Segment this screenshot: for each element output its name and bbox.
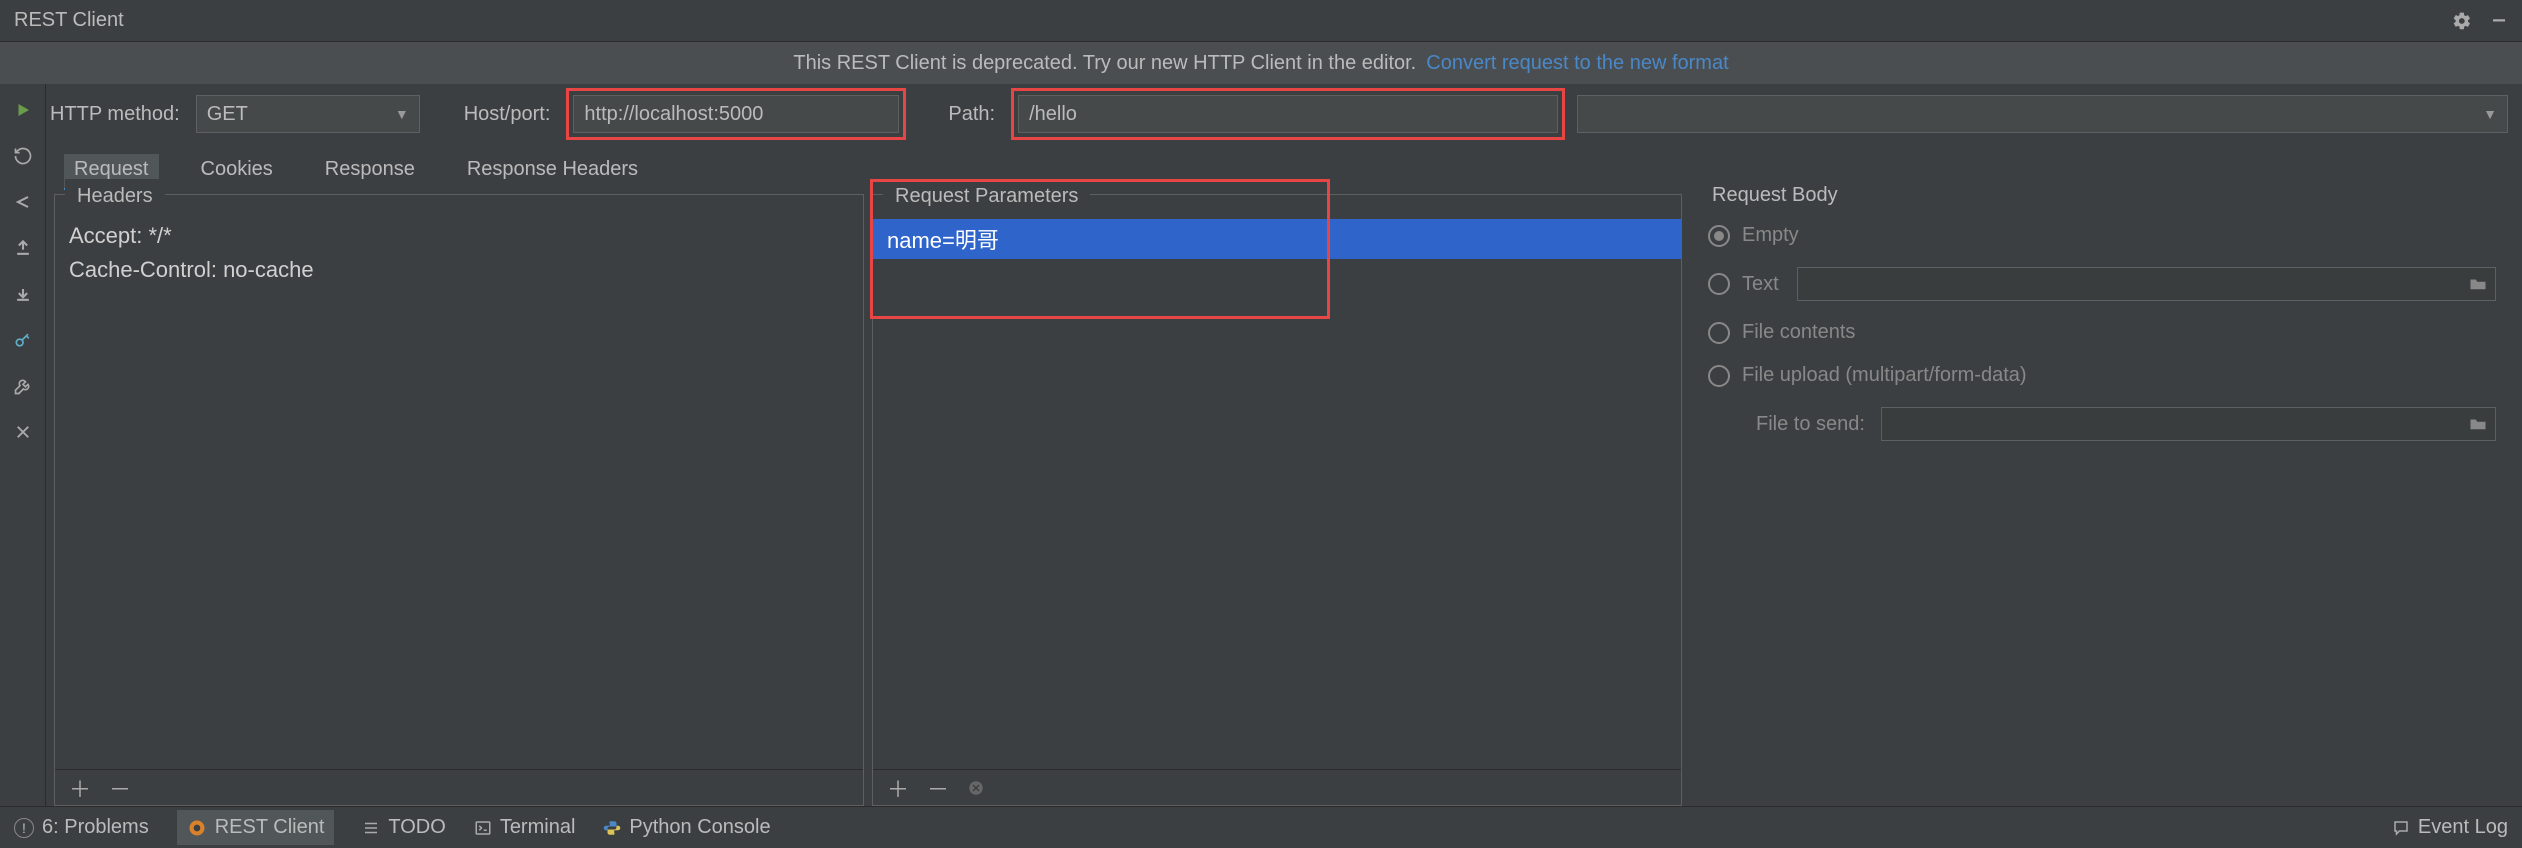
warning-icon: !	[14, 818, 34, 838]
body-text-input[interactable]	[1797, 267, 2496, 301]
run-icon[interactable]	[11, 98, 35, 122]
path-input[interactable]: /hello	[1018, 95, 1558, 133]
clear-icon[interactable]	[967, 779, 985, 797]
status-bar: ! 6: Problems REST Client TODO Terminal …	[0, 806, 2522, 848]
body-option-text[interactable]: Text	[1708, 267, 2496, 301]
radio-icon	[1708, 273, 1730, 295]
status-event-log[interactable]: Event Log	[2392, 816, 2508, 839]
add-icon[interactable]: ＋	[887, 772, 909, 804]
params-title: Request Parameters	[883, 179, 1090, 212]
headers-title: Headers	[65, 179, 165, 212]
content-area: Request Cookies Response Response Header…	[46, 144, 2522, 806]
chevron-down-icon: ▼	[2483, 106, 2497, 122]
body-option-empty[interactable]: Empty	[1708, 224, 2496, 247]
terminal-icon	[474, 819, 492, 837]
path-label: Path:	[948, 103, 995, 126]
list-icon	[362, 819, 380, 837]
rest-client-icon	[187, 818, 207, 838]
params-list[interactable]: name=明哥	[873, 219, 1681, 769]
host-highlight: http://localhost:5000	[566, 88, 906, 140]
param-item[interactable]: name=明哥	[873, 219, 1681, 259]
deprecation-banner: This REST Client is deprecated. Try our …	[0, 42, 2522, 84]
path-value: /hello	[1029, 103, 1077, 126]
radio-icon	[1708, 322, 1730, 344]
status-label: REST Client	[215, 816, 325, 839]
status-python-console[interactable]: Python Console	[603, 816, 770, 839]
body-option-label: Empty	[1742, 224, 1799, 247]
chevron-down-icon: ▼	[395, 106, 409, 122]
export-icon[interactable]	[11, 236, 35, 260]
body-title: Request Body	[1700, 178, 1850, 211]
folder-icon[interactable]	[2469, 417, 2487, 431]
key-icon[interactable]	[11, 328, 35, 352]
body-option-label: File contents	[1742, 321, 1855, 344]
header-item[interactable]: Cache-Control: no-cache	[55, 253, 863, 287]
http-method-value: GET	[207, 103, 248, 126]
status-label: Terminal	[500, 816, 576, 839]
radio-icon	[1708, 225, 1730, 247]
tab-response-headers[interactable]: Response Headers	[457, 154, 648, 190]
remove-icon[interactable]: －	[927, 772, 949, 804]
convert-link[interactable]: Convert request to the new format	[1426, 52, 1728, 75]
headers-panel: Headers Accept: */* Cache-Control: no-ca…	[54, 194, 864, 806]
left-gutter	[0, 84, 46, 806]
header-item[interactable]: Accept: */*	[55, 219, 863, 253]
body-option-file-upload[interactable]: File upload (multipart/form-data)	[1708, 364, 2496, 387]
folder-icon[interactable]	[2469, 277, 2487, 291]
back-arrow-icon[interactable]	[11, 190, 35, 214]
body-panel: Request Body Empty Text	[1690, 194, 2514, 806]
panels: Headers Accept: */* Cache-Control: no-ca…	[46, 190, 2522, 806]
remove-icon[interactable]: －	[109, 772, 131, 804]
host-value: http://localhost:5000	[584, 103, 763, 126]
status-label: 6: Problems	[42, 816, 149, 839]
host-label: Host/port:	[464, 103, 551, 126]
status-label: Event Log	[2418, 816, 2508, 839]
gear-icon[interactable]	[2452, 11, 2472, 31]
params-panel: Request Parameters name=明哥 ＋ －	[872, 194, 1682, 806]
file-to-send-input[interactable]	[1881, 407, 2496, 441]
body-option-label: Text	[1742, 273, 1779, 296]
http-method-select[interactable]: GET ▼	[196, 95, 420, 133]
deprecation-message: This REST Client is deprecated. Try our …	[793, 52, 1416, 75]
status-label: TODO	[388, 816, 445, 839]
method-label: HTTP method:	[50, 103, 180, 126]
headers-list[interactable]: Accept: */* Cache-Control: no-cache	[55, 219, 863, 769]
file-to-send-row: File to send:	[1708, 407, 2496, 441]
path-highlight: /hello	[1011, 88, 1565, 140]
status-rest-client[interactable]: REST Client	[177, 810, 335, 845]
import-icon[interactable]	[11, 282, 35, 306]
body-option-label: File upload (multipart/form-data)	[1742, 364, 2027, 387]
minimize-icon[interactable]	[2490, 11, 2508, 31]
title-bar: REST Client	[0, 0, 2522, 42]
radio-icon	[1708, 365, 1730, 387]
file-to-send-label: File to send:	[1756, 413, 1865, 436]
speech-icon	[2392, 819, 2410, 837]
replay-icon[interactable]	[11, 144, 35, 168]
close-icon[interactable]	[11, 420, 35, 444]
status-todo[interactable]: TODO	[362, 816, 445, 839]
add-icon[interactable]: ＋	[69, 772, 91, 804]
status-problems[interactable]: ! 6: Problems	[14, 816, 149, 839]
tabs-row: Request Cookies Response Response Header…	[46, 144, 2522, 190]
history-select[interactable]: ▼	[1577, 95, 2508, 133]
wrench-icon[interactable]	[11, 374, 35, 398]
body-option-file-contents[interactable]: File contents	[1708, 321, 2496, 344]
window-title: REST Client	[14, 9, 2452, 32]
status-label: Python Console	[629, 816, 770, 839]
tab-cookies[interactable]: Cookies	[191, 154, 283, 190]
python-icon	[603, 819, 621, 837]
request-toolbar: HTTP method: GET ▼ Host/port: http://loc…	[0, 84, 2522, 144]
host-input[interactable]: http://localhost:5000	[573, 95, 899, 133]
status-terminal[interactable]: Terminal	[474, 816, 576, 839]
tab-response[interactable]: Response	[315, 154, 425, 190]
